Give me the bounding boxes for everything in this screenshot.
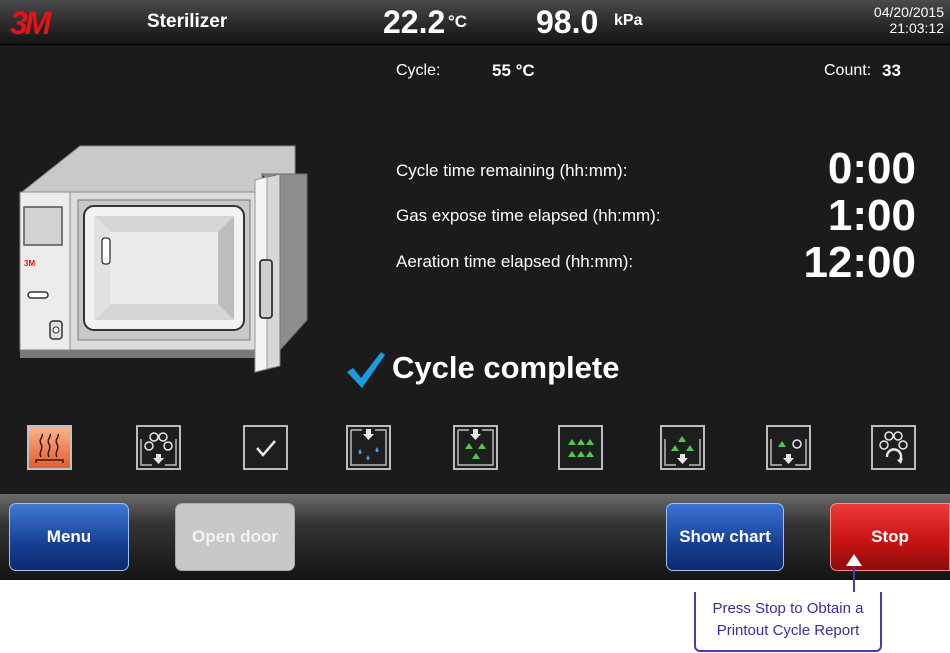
cycle-remaining-label: Cycle time remaining (hh:mm): <box>396 161 628 180</box>
cycle-label: Cycle: <box>396 62 441 79</box>
date-time: 04/20/2015 21:03:12 <box>874 4 944 36</box>
aeration-label: Aeration time elapsed (hh:mm): <box>396 252 634 271</box>
temperature-value: 22.2 <box>383 4 446 40</box>
brand-logo: 3M <box>10 5 51 41</box>
button-bar <box>0 494 950 580</box>
cycle-value: 55 °C <box>492 61 535 80</box>
gas-expose-label: Gas expose time elapsed (hh:mm): <box>396 206 661 225</box>
gas-exposure-stage-icon <box>558 425 603 470</box>
vacuum-stage-icon <box>136 425 181 470</box>
temperature-unit: °C <box>448 12 468 31</box>
gas-expose-value: 1:00 <box>827 191 916 240</box>
date-text: 04/20/2015 <box>873 4 944 20</box>
pressure-value: 98.0 <box>536 4 599 40</box>
cycle-remaining-value: 0:00 <box>827 144 916 193</box>
app-title: Sterilizer <box>147 11 228 32</box>
status-text: Cycle complete <box>392 350 620 385</box>
checkmark-icon <box>347 352 385 388</box>
aeration-value: 12:00 <box>803 238 916 287</box>
callout-line-2: Printout Cycle Report <box>716 622 860 639</box>
gas-injection-stage-icon <box>453 425 498 470</box>
aeration-stage-icon <box>871 425 916 470</box>
open-door-button: Open door <box>175 503 295 571</box>
pressure-unit: kPa <box>614 12 643 29</box>
show-chart-button[interactable]: Show chart <box>666 503 784 571</box>
humidification-stage-icon <box>346 425 391 470</box>
air-wash-stage-icon <box>766 425 811 470</box>
illustration-logo: 3M <box>24 259 35 268</box>
menu-button[interactable]: Menu <box>9 503 129 571</box>
callout-line-1: Press Stop to Obtain a <box>712 600 864 617</box>
callout-note: Press Stop to Obtain a Printout Cycle Re… <box>694 592 882 652</box>
count-value: 33 <box>882 61 901 80</box>
leak-check-stage-icon <box>243 425 288 470</box>
sterilizer-screen: 3M Sterilizer 22.2 °C 98.0 kPa 04/20/201… <box>0 0 950 580</box>
heating-stage-icon <box>27 425 72 470</box>
gas-exhaust-stage-icon <box>660 425 705 470</box>
status-bar: 3M Sterilizer 22.2 °C 98.0 kPa 04/20/201… <box>0 0 950 45</box>
time-text: 21:03:12 <box>889 20 945 36</box>
callout-arrow-icon <box>846 554 862 566</box>
sterilizer-illustration: 3M <box>19 145 308 373</box>
count-label: Count: <box>824 62 872 79</box>
